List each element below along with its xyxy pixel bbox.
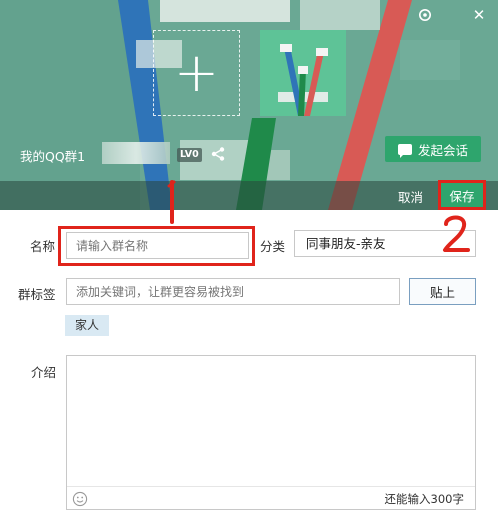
emoji-icon[interactable] <box>72 491 88 507</box>
tags-label: 群标签 <box>18 287 56 302</box>
tag-chip-family[interactable]: 家人 <box>65 315 110 336</box>
highlight-box-name <box>58 226 255 266</box>
category-label: 分类 <box>260 239 286 254</box>
toothbrush-cover-image <box>0 0 498 210</box>
settings-icon[interactable] <box>416 6 434 24</box>
share-icon[interactable] <box>210 146 226 162</box>
edit-action-bar <box>0 181 498 210</box>
save-button[interactable]: 保存 <box>438 180 486 210</box>
remaining-char-count: 还能输入300字 <box>384 492 464 506</box>
intro-textarea[interactable] <box>67 356 475 486</box>
start-chat-label: 发起会话 <box>417 142 468 158</box>
close-icon[interactable]: ✕ <box>470 6 488 24</box>
intro-editor: 还能输入300字 <box>66 355 476 510</box>
tags-input[interactable] <box>66 278 400 305</box>
add-cover-photo-button[interactable]: + <box>153 30 240 116</box>
annotation-step-1 <box>167 180 176 224</box>
group-name-text: 我的QQ群1 <box>20 149 86 164</box>
name-label: 名称 <box>30 239 56 254</box>
paste-button[interactable]: 贴上 <box>409 278 476 305</box>
plus-icon: + <box>173 41 220 104</box>
obscured-group-id <box>102 142 170 164</box>
level-badge: LV0 <box>177 148 202 162</box>
toothbrush-avatar-image <box>260 30 346 116</box>
start-chat-button[interactable]: 发起会话 <box>385 136 481 162</box>
intro-footer: 还能输入300字 <box>67 486 475 510</box>
chat-bubble-icon <box>397 143 412 158</box>
group-avatar[interactable] <box>260 30 346 116</box>
group-cover-header: ✕ + 我的QQ群1 LV0 发起会话 取消 保存 <box>0 0 498 210</box>
intro-label: 介绍 <box>31 365 57 380</box>
cancel-button[interactable]: 取消 <box>398 187 423 206</box>
annotation-step-2 <box>443 215 470 252</box>
